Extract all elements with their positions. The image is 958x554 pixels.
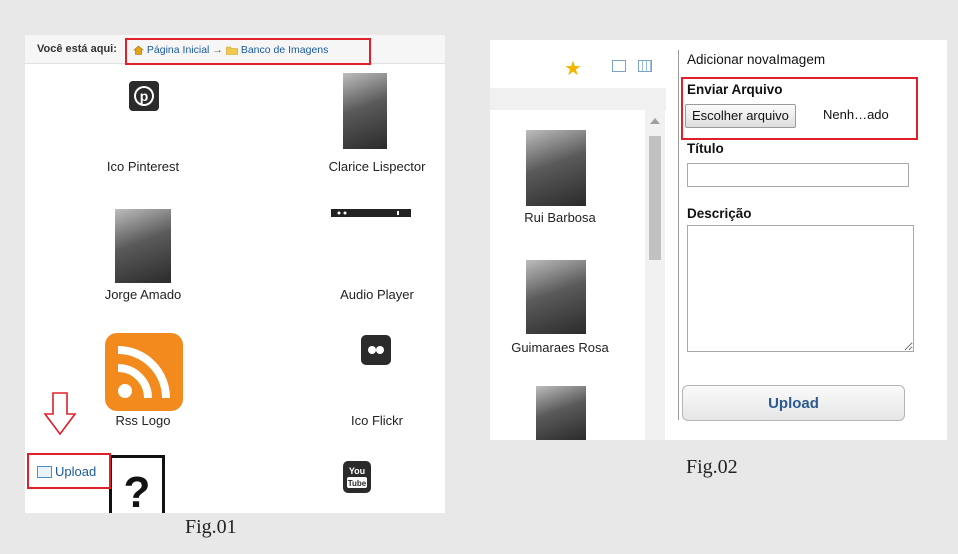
description-textarea[interactable]: [687, 225, 914, 352]
image-tile-clarice-lispector[interactable]: Clarice Lispector: [279, 73, 445, 193]
grid-view-icon[interactable]: [638, 60, 652, 72]
breadcrumb-current: Banco de Imagens: [240, 44, 329, 56]
pinterest-icon: p: [129, 81, 159, 111]
flickr-icon: [361, 335, 391, 365]
upload-icon: [37, 466, 52, 478]
tile-caption: Ico Pinterest: [106, 159, 180, 174]
breadcrumb: Página Inicial → Banco de Imagens: [133, 44, 328, 56]
svg-text:?: ?: [124, 468, 151, 513]
tile-caption: Clarice Lispector: [328, 159, 426, 174]
figure-caption-2: Fig.02: [686, 456, 738, 478]
breadcrumb-separator: →: [212, 44, 223, 56]
home-icon: [133, 45, 144, 56]
audio-player-icon: [331, 209, 411, 217]
upload-button[interactable]: Upload: [682, 385, 905, 421]
title-label: Título: [687, 141, 724, 156]
file-status: Nenh…ado: [823, 107, 889, 122]
list-header-bar: [490, 88, 666, 110]
title-input[interactable]: [687, 163, 909, 187]
svg-text:p: p: [140, 88, 149, 104]
upload-link[interactable]: Upload: [27, 453, 111, 489]
divider: [678, 50, 679, 420]
portrait-photo[interactable]: [526, 260, 586, 334]
image-caption: Rui Barbosa: [524, 210, 596, 225]
image-tile-flickr[interactable]: Ico Flickr: [279, 327, 445, 447]
portrait-photo: [343, 73, 387, 149]
breadcrumb-label: Você está aqui:: [37, 43, 117, 55]
list-view-icon[interactable]: [612, 60, 626, 72]
folder-icon: [226, 46, 238, 55]
figure-caption-1: Fig.01: [185, 516, 237, 538]
tile-caption: Ico Flickr: [351, 413, 403, 428]
image-tile-audio-player[interactable]: Audio Player: [279, 207, 445, 327]
portrait-photo[interactable]: [536, 386, 586, 440]
send-file-label: Enviar Arquivo: [687, 82, 783, 97]
question-mark-icon: ?: [109, 455, 165, 513]
image-list: Rui Barbosa Guimaraes Rosa: [490, 110, 666, 440]
form-title: Adicionar novaImagem: [687, 52, 826, 67]
scrollbar-thumb[interactable]: [649, 136, 661, 260]
add-image-panel: ★ Rui Barbosa Guimaraes Rosa Adicionar n…: [490, 40, 947, 440]
upload-link-label: Upload: [55, 464, 97, 479]
image-tile-jorge-amado[interactable]: Jorge Amado: [43, 207, 243, 327]
rss-icon: [105, 333, 183, 411]
tile-caption: Jorge Amado: [104, 287, 182, 302]
choose-file-button[interactable]: Escolher arquivo: [685, 104, 796, 128]
image-bank-panel: Você está aqui: Página Inicial → Banco de…: [25, 35, 445, 513]
breadcrumb-home-link[interactable]: Página Inicial: [147, 44, 209, 56]
scroll-up-icon[interactable]: [650, 118, 660, 124]
down-arrow-icon: [43, 392, 77, 436]
scrollbar[interactable]: [645, 110, 665, 440]
star-icon[interactable]: ★: [564, 56, 582, 81]
tile-caption: Audio Player: [340, 287, 414, 302]
youtube-icon: You Tube: [343, 461, 371, 493]
portrait-photo: [115, 209, 171, 283]
image-caption: Guimaraes Rosa: [511, 340, 609, 355]
svg-text:Tube: Tube: [348, 479, 367, 488]
image-tile-pinterest[interactable]: p Ico Pinterest: [43, 73, 243, 193]
portrait-photo[interactable]: [526, 130, 586, 206]
svg-text:You: You: [349, 466, 365, 476]
description-label: Descrição: [687, 206, 752, 221]
